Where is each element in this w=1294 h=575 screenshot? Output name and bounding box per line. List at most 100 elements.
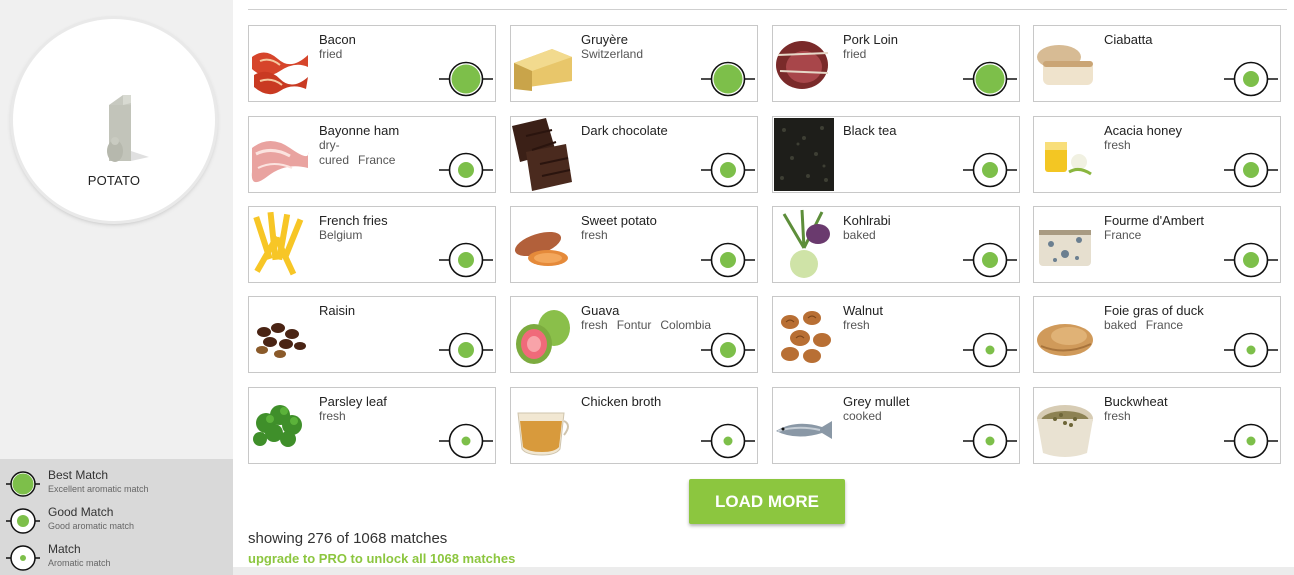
good-match-icon	[963, 242, 1017, 278]
best-match-icon	[701, 61, 755, 97]
ingredient-name: Buckwheat	[1104, 394, 1168, 409]
ingredient-tag: fresh	[581, 318, 608, 332]
ingredient-tag: fried	[319, 47, 343, 61]
upgrade-link[interactable]: upgrade to PRO to unlock all 1068 matche…	[248, 551, 515, 566]
ingredient-name: Foie gras of duck	[1104, 303, 1204, 318]
legend-title: Best Match	[48, 468, 109, 482]
match-match-icon	[701, 423, 755, 459]
good-match-icon	[963, 152, 1017, 188]
ingredient-tags: baked	[843, 228, 943, 243]
ingredient-card[interactable]: Pork Loin fried	[772, 25, 1020, 102]
ingredient-tags: Belgium	[319, 228, 419, 243]
ingredient-thumbnail	[1035, 208, 1095, 281]
ingredient-tags: fresh	[319, 409, 419, 424]
load-more-button[interactable]: LOAD MORE	[689, 479, 845, 524]
ingredient-tags: fresh	[843, 318, 943, 333]
best-match-icon	[6, 471, 40, 497]
legend-best-match: Best Match Excellent aromatic match	[0, 468, 233, 498]
ingredient-card[interactable]: Grey mullet cooked	[772, 387, 1020, 464]
ingredient-tag: fresh	[319, 409, 346, 423]
ingredient-thumbnail	[1035, 118, 1095, 191]
ingredient-name: Ciabatta	[1104, 32, 1153, 47]
match-match-icon	[1224, 332, 1278, 368]
ingredient-tag: cooked	[843, 409, 882, 423]
ingredient-name: Walnut	[843, 303, 883, 318]
ingredient-card[interactable]: Black tea	[772, 116, 1020, 193]
ingredient-card[interactable]: French fries Belgium	[248, 206, 496, 283]
ingredient-card[interactable]: Guava fresh Fontur Colombia	[510, 296, 758, 373]
ingredient-card[interactable]: Acacia honey fresh	[1033, 116, 1281, 193]
ingredient-card[interactable]: Kohlrabi baked	[772, 206, 1020, 283]
ingredient-name: Kohlrabi	[843, 213, 891, 228]
ingredient-tags: fresh Fontur Colombia	[581, 318, 711, 333]
ingredient-thumbnail	[774, 208, 834, 281]
ingredient-card[interactable]: Buckwheat fresh	[1033, 387, 1281, 464]
ingredient-card[interactable]: Chicken broth	[510, 387, 758, 464]
ingredient-tags: dry-cured France	[319, 138, 419, 168]
ingredient-card[interactable]: Ciabatta	[1033, 25, 1281, 102]
showing-count: showing 276 of 1068 matches	[248, 530, 448, 547]
best-match-icon	[439, 61, 493, 97]
ingredient-card[interactable]: Raisin	[248, 296, 496, 373]
ingredient-tag: France	[1104, 228, 1142, 242]
ingredient-name: Acacia honey	[1104, 123, 1183, 138]
ingredient-card[interactable]: Foie gras of duck baked France	[1033, 296, 1281, 373]
match-match-icon	[963, 332, 1017, 368]
legend-subtitle: Good aromatic match	[48, 521, 135, 531]
ingredient-tag: fresh	[581, 228, 608, 242]
ingredient-tags: Switzerland	[581, 47, 681, 62]
ingredient-card[interactable]: Parsley leaf fresh	[248, 387, 496, 464]
ingredient-card[interactable]: Gruyère Switzerland	[510, 25, 758, 102]
ingredient-tag: fresh	[1104, 409, 1131, 423]
match-match-icon	[1224, 423, 1278, 459]
ingredient-thumbnail	[774, 118, 834, 191]
good-match-icon	[1224, 242, 1278, 278]
good-match-icon	[439, 152, 493, 188]
legend-subtitle: Excellent aromatic match	[48, 484, 149, 494]
match-match-icon	[439, 423, 493, 459]
sidebar: POTATO Best Match Excellent aromatic mat…	[0, 0, 233, 575]
ingredient-card[interactable]: Sweet potato fresh	[510, 206, 758, 283]
ingredient-card[interactable]: Dark chocolate	[510, 116, 758, 193]
ingredient-thumbnail	[512, 298, 572, 371]
ingredient-tag: fresh	[1104, 138, 1131, 152]
results-panel: Bacon fried Gruyère Switzerland Pork Loin fri…	[233, 0, 1294, 575]
good-match-icon	[439, 332, 493, 368]
potato-carton-icon	[107, 95, 149, 162]
ingredient-tags: France	[1104, 228, 1204, 243]
ingredient-tag: baked	[843, 228, 876, 242]
legend-subtitle: Aromatic match	[48, 558, 111, 568]
ingredient-thumbnail	[250, 118, 310, 191]
ingredient-tags: baked France	[1104, 318, 1204, 333]
ingredient-tags: fresh	[581, 228, 681, 243]
legend-title: Good Match	[48, 505, 114, 519]
ingredient-thumbnail	[512, 208, 572, 281]
ingredient-tag: fresh	[843, 318, 870, 332]
ingredient-tags: fried	[843, 47, 943, 62]
good-match-icon	[701, 152, 755, 188]
ingredient-tags: fresh	[1104, 409, 1204, 424]
ingredient-tag: Colombia	[660, 318, 712, 332]
ingredient-name: Sweet potato	[581, 213, 657, 228]
good-match-icon	[1224, 152, 1278, 188]
ingredient-name: Raisin	[319, 303, 356, 318]
ingredient-card[interactable]: Bacon fried	[248, 25, 496, 102]
ingredient-name: Parsley leaf	[319, 394, 387, 409]
ingredient-card[interactable]: Fourme d'Ambert France	[1033, 206, 1281, 283]
ingredient-name: French fries	[319, 213, 388, 228]
legend-title: Match	[48, 542, 81, 556]
bottom-scroll-strip	[233, 567, 1294, 575]
ingredient-card[interactable]: Walnut fresh	[772, 296, 1020, 373]
ingredient-name: Dark chocolate	[581, 123, 668, 138]
ingredient-name: Guava	[581, 303, 620, 318]
ingredient-card[interactable]: Bayonne ham dry-cured France	[248, 116, 496, 193]
ingredient-thumbnail	[1035, 298, 1095, 371]
ingredient-tag: Fontur	[616, 318, 652, 332]
match-legend: Best Match Excellent aromatic match Good…	[0, 459, 233, 575]
ingredient-thumbnail	[250, 27, 310, 100]
ingredient-tag: Belgium	[319, 228, 363, 242]
ingredient-thumbnail	[250, 208, 310, 281]
ingredient-thumbnail	[774, 27, 834, 100]
ingredient-tag: France	[1145, 318, 1184, 332]
ingredient-tags: fresh	[1104, 138, 1204, 153]
